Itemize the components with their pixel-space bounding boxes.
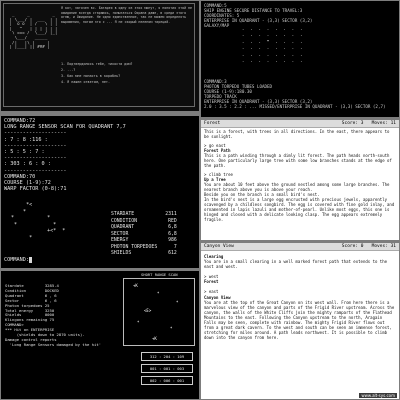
scan-buttons: 312 : 204 : 109 001 : 001 : 003 002 : 00… (141, 352, 193, 388)
score-label: Score: 3 (341, 121, 364, 126)
location-title: Forest (204, 121, 221, 126)
moves-label: Moves: 31 (371, 244, 396, 249)
status-row: SHIELDS 612 (111, 251, 177, 258)
scan-object: +K (133, 283, 138, 288)
zork-canyon-window: Canyon View Score: 0 Moves: 31 Clearing … (201, 243, 399, 399)
torpedo-log: COMMAND:3 PHOTON TORPEDO TUBES LOADED CO… (204, 79, 386, 109)
scan-object: * (170, 326, 173, 331)
grid-row: . . . . . . . . (239, 59, 306, 65)
galaxy-map-panel: COMMAND:5 SHIP ENGINE SECURE DISTANCE TO… (201, 1, 399, 117)
status-value: 612 (168, 251, 177, 256)
console-line: 'Long Range Sensors damaged by the hit' (5, 342, 102, 347)
cat-dialog-panel: _ _ _ | \___/ | ___ | | | o o | / \ | | … (1, 1, 199, 111)
short-range-scan-grid: +K * * <E> * * +K (123, 278, 195, 346)
score-moves: Score: 0 Moves: 31 (342, 243, 396, 250)
console-line: WARP FACTOR (0-8):71 (4, 186, 67, 193)
sensor-scan-panel: COMMAND:72 LONG RANGE SENSOR SCAN FOR QU… (1, 116, 199, 268)
game-text: Clearing You are in a small clearing in … (201, 251, 399, 341)
grid-row: . . . . . . . . (239, 33, 306, 39)
status-value: 2311 (165, 212, 177, 217)
moves-label: Moves: 11 (371, 121, 396, 126)
text-cursor (29, 257, 33, 263)
text-line: You are at the top of the Great Canyon o… (204, 299, 395, 341)
score-label: Score: 0 (341, 244, 364, 249)
enterprise-status-panel: Stardate 3285.4 Condition DOCKED Quadran… (1, 271, 199, 399)
status-label: SHIELDS (111, 251, 132, 256)
galaxy-grid: . . . . . . . . . . . . . . . . . . . * … (239, 27, 305, 65)
console-line: 2.0 : 3.5 : 2.2 : ... MISSED/ENTERPRISE … (204, 104, 386, 109)
text-line: This is a forest, with trees in all dire… (204, 129, 390, 139)
art-line: | |___| || ### | (7, 45, 58, 50)
game-text: This is a forest, with trees in all dire… (201, 128, 399, 223)
scan-object: <E> (144, 308, 152, 313)
prompt-label: COMMAND: (4, 257, 29, 263)
location-title: Canyon View (204, 244, 234, 249)
command-prompt[interactable]: COMMAND: (4, 257, 33, 263)
scan-object: * (137, 320, 140, 325)
story-text: Я кот, заточен вс. Батарея в одну из эти… (61, 6, 193, 24)
score-moves: Score: 3 Moves: 11 (342, 120, 396, 127)
text-line: This is a path winding through a dimly l… (204, 153, 392, 168)
scan-button[interactable]: 001 : 001 : 003 (141, 364, 193, 373)
ship-status-table: STARDATE 2311 CONDITION RED QUADRANT 6,8 SE… (111, 212, 177, 258)
text-line: You are in a small clearing in a well ma… (204, 259, 388, 270)
text-line: In the bird's nest is a large egg encrus… (204, 197, 395, 222)
status-bar: Canyon View Score: 0 Moves: 31 (201, 243, 399, 251)
space-row: * (5, 234, 33, 241)
watermark: www.alt-sys.com (359, 393, 397, 398)
scan-object: * (157, 291, 160, 296)
cat-ascii-art: _ _ _ | \___/ | ___ | | | o o | / \ | | … (7, 13, 58, 50)
space-view: *< * * * * * +<* * * (5, 202, 115, 258)
dialog-option[interactable]: 4. Я нашел ответом, нет. (61, 79, 132, 85)
zork-forest-window: Forest Score: 3 Moves: 11 This is a fore… (201, 120, 399, 240)
scan-button[interactable]: 312 : 204 : 109 (141, 352, 193, 361)
status-bar: Forest Score: 3 Moves: 11 (201, 120, 399, 128)
scan-object: +K (152, 336, 157, 341)
dialog-options: 1. Подтвердилось тебе, тихости дом? 2. .… (61, 61, 132, 85)
grid-row: . . . . . . . . (239, 46, 306, 52)
text-line: You are about 10 feet above the ground n… (204, 182, 390, 192)
status-readout: Stardate 3285.4 Condition DOCKED Quadran… (5, 284, 101, 348)
scan-object: * (176, 300, 179, 305)
scan-button[interactable]: 002 : 006 : 001 (141, 376, 193, 385)
